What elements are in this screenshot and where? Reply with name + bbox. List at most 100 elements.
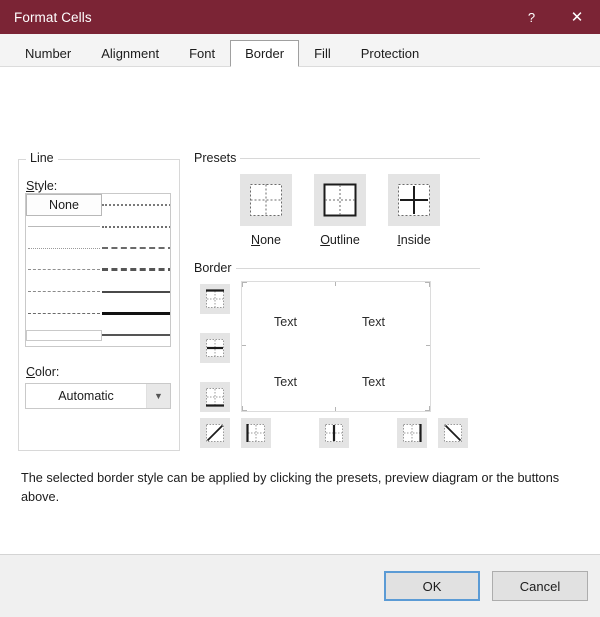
- close-icon: ✕: [570, 9, 584, 26]
- dialog-title: Format Cells: [14, 9, 92, 25]
- border-top-button[interactable]: [200, 284, 230, 314]
- presets-row: None Outline Inside: [240, 174, 440, 247]
- preset-inside-button[interactable]: [388, 174, 440, 226]
- line-swatch: [102, 311, 170, 315]
- line-style-dash-dot-fine[interactable]: [102, 216, 170, 238]
- line-swatch: [28, 291, 100, 293]
- line-style-dashed-medium[interactable]: [26, 303, 102, 325]
- border-bottom-icon: [206, 388, 224, 407]
- border-left-icon: [246, 424, 265, 442]
- preset-none-accel: N: [251, 233, 261, 247]
- tab-number[interactable]: Number: [10, 40, 86, 66]
- color-label: Color:: [26, 365, 60, 379]
- preview-tick: [335, 282, 336, 286]
- preset-none-label: None: [251, 233, 281, 247]
- line-color-value: Automatic: [58, 389, 114, 403]
- border-top-icon: [206, 289, 224, 308]
- preset-outline: Outline: [314, 174, 366, 247]
- preset-none: None: [240, 174, 292, 247]
- preset-inside-icon: [398, 184, 430, 216]
- preview-tick: [242, 282, 243, 287]
- border-diagonal-down-button[interactable]: [438, 418, 468, 448]
- line-style-hairline[interactable]: [26, 216, 102, 238]
- line-style-list[interactable]: None: [25, 193, 171, 347]
- preset-outline-accel: O: [320, 233, 330, 247]
- border-diagonal-up-icon: [206, 424, 224, 442]
- preview-tick: [242, 406, 243, 411]
- preview-text-top-right: Text: [362, 315, 385, 329]
- border-vertical-button[interactable]: [319, 418, 349, 448]
- chevron-down-icon: ▼: [146, 384, 170, 408]
- line-swatch: [28, 247, 100, 249]
- line-style-dashed-bold[interactable]: [102, 259, 170, 281]
- line-swatch: [28, 312, 100, 314]
- tab-fill[interactable]: Fill: [299, 40, 346, 66]
- border-left-button[interactable]: [241, 418, 271, 448]
- preview-tick: [429, 406, 430, 411]
- line-style-medium-solid[interactable]: [102, 324, 170, 346]
- line-style-dash-dot[interactable]: [102, 237, 170, 259]
- border-tab-panel: Line Style: None Color: Automatic ▼ Pres…: [0, 67, 600, 555]
- line-swatch: [102, 225, 170, 228]
- border-group-rule: [228, 268, 480, 269]
- line-style-dotted-dense[interactable]: [102, 194, 170, 216]
- line-color-dropdown[interactable]: Automatic ▼: [25, 383, 171, 409]
- border-bottom-button[interactable]: [200, 382, 230, 412]
- close-button[interactable]: ✕: [554, 0, 600, 34]
- style-label: Style:: [26, 179, 58, 193]
- preset-outline-label: Outline: [320, 233, 360, 247]
- line-group-label: Line: [26, 151, 58, 165]
- question-mark-icon: ?: [527, 9, 536, 25]
- line-style-blank-box[interactable]: [26, 324, 102, 346]
- title-bar: Format Cells ? ✕: [0, 0, 600, 34]
- tab-protection[interactable]: Protection: [346, 40, 435, 66]
- preview-tick: [335, 407, 336, 411]
- border-horizontal-icon: [206, 339, 224, 357]
- line-swatch: [102, 268, 170, 272]
- line-swatch: [102, 334, 170, 337]
- preview-text-top-left: Text: [274, 315, 297, 329]
- line-style-thin-solid[interactable]: [102, 281, 170, 303]
- tab-font[interactable]: Font: [174, 40, 230, 66]
- border-horizontal-button[interactable]: [200, 333, 230, 363]
- preset-inside-label: Inside: [397, 233, 431, 247]
- style-accel: S: [26, 179, 35, 193]
- border-diagonal-up-button[interactable]: [200, 418, 230, 448]
- preset-outline-button[interactable]: [314, 174, 366, 226]
- line-style-none[interactable]: None: [26, 194, 102, 216]
- preset-inside: Inside: [388, 174, 440, 247]
- border-vertical-icon: [325, 424, 343, 442]
- preset-outline-icon: [323, 183, 357, 217]
- color-accel: C: [26, 365, 36, 379]
- dialog-footer: OK Cancel: [0, 555, 600, 617]
- line-style-dash-dot-thin[interactable]: [26, 259, 102, 281]
- cancel-button[interactable]: Cancel: [492, 571, 588, 601]
- tab-strip: Number Alignment Font Border Fill Protec…: [0, 34, 600, 67]
- preview-text-bottom-right: Text: [362, 375, 385, 389]
- ok-button[interactable]: OK: [384, 571, 480, 601]
- border-preview-diagram[interactable]: Text Text Text Text: [241, 281, 431, 412]
- border-group-label: Border: [190, 261, 236, 275]
- format-cells-dialog: Format Cells ? ✕ Number Alignment Font B…: [0, 0, 600, 617]
- preset-none-button[interactable]: [240, 174, 292, 226]
- line-style-dash-dot-dot[interactable]: [26, 281, 102, 303]
- line-swatch: [102, 203, 170, 206]
- line-swatch: [102, 290, 170, 293]
- preset-none-icon: [250, 184, 282, 216]
- line-swatch: [102, 247, 170, 250]
- preset-inside-accel: I: [397, 233, 401, 247]
- line-style-fine-dotted[interactable]: [26, 237, 102, 259]
- line-style-thick-solid[interactable]: [102, 303, 170, 325]
- help-button[interactable]: ?: [509, 0, 554, 34]
- border-right-icon: [403, 424, 422, 442]
- border-right-button[interactable]: [397, 418, 427, 448]
- line-swatch: [28, 226, 100, 228]
- presets-group-label: Presets: [190, 151, 241, 165]
- line-swatch: [26, 329, 102, 341]
- presets-group-rule: [232, 158, 480, 159]
- tab-alignment[interactable]: Alignment: [86, 40, 174, 66]
- tab-border[interactable]: Border: [230, 40, 300, 67]
- help-description: The selected border style can be applied…: [21, 471, 560, 504]
- preview-tick: [242, 345, 246, 346]
- line-swatch: [28, 269, 100, 271]
